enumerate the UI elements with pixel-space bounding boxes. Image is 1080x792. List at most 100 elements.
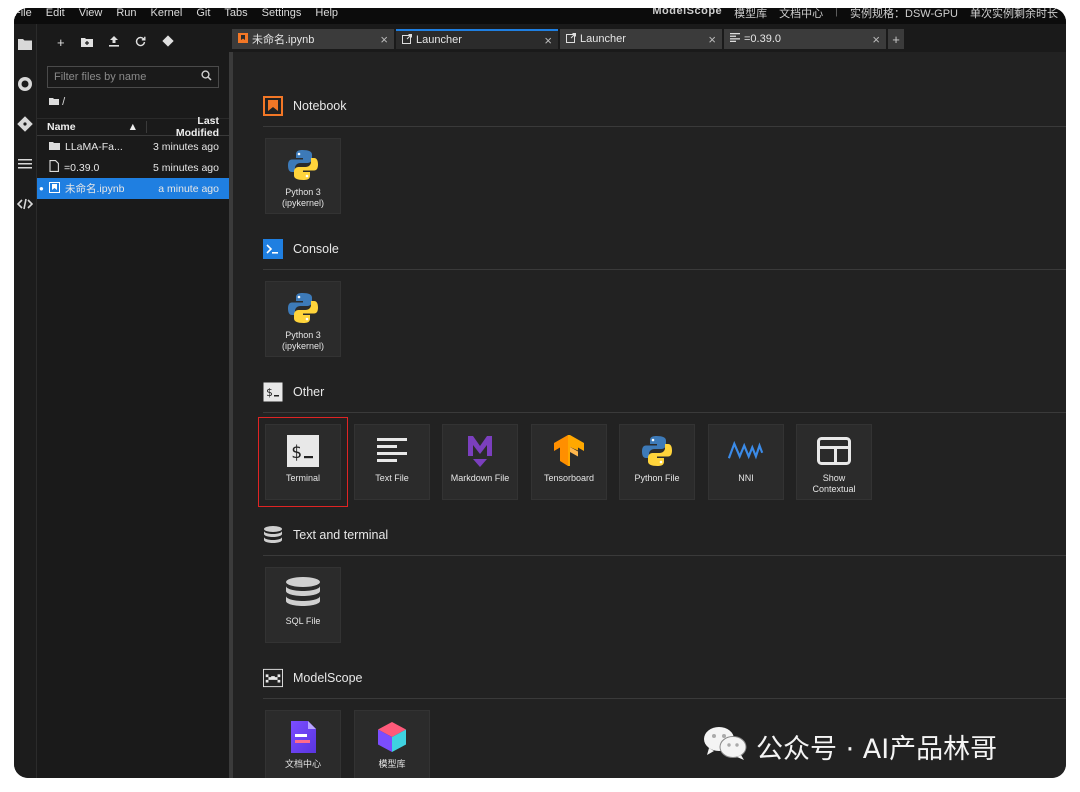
file-browser: + /: [37, 24, 229, 778]
section-title: ModelScope: [293, 671, 363, 685]
menu-settings[interactable]: Settings: [262, 8, 302, 19]
docs-center-card[interactable]: 文档中心: [265, 710, 341, 778]
file-filter-box: [47, 66, 219, 88]
sort-up-icon: ▲: [127, 121, 138, 133]
card-label: 模型库: [378, 759, 406, 769]
tab-launcher[interactable]: Launcher ×: [560, 29, 722, 49]
tab-label: =0.39.0: [744, 33, 782, 45]
folder-icon: [49, 96, 62, 108]
file-icon: [49, 160, 59, 175]
menu-run[interactable]: Run: [116, 8, 136, 19]
model-hub-link[interactable]: 模型库: [734, 8, 767, 21]
app-window: File Edit View Run Kernel Git Tabs Setti…: [14, 8, 1066, 778]
tab-label: 未命名.ipynb: [252, 34, 315, 46]
python-icon: [285, 290, 321, 326]
wechat-icon: [702, 724, 748, 769]
search-icon: [201, 70, 212, 84]
section-title: Console: [293, 242, 339, 256]
markdown-icon: [462, 433, 498, 469]
file-name: =0.39.0: [64, 161, 100, 174]
divider: [263, 126, 1066, 127]
card-label: Text File: [375, 473, 409, 483]
divider: [263, 412, 1066, 413]
menu-help[interactable]: Help: [315, 8, 338, 19]
section-title: Text and terminal: [293, 528, 389, 542]
contextual-help-icon: [816, 433, 852, 469]
file-row[interactable]: =0.39.0 5 minutes ago: [37, 157, 229, 178]
database-section-icon: [263, 525, 283, 545]
file-name: 未命名.ipynb: [65, 183, 125, 195]
refresh-icon[interactable]: [135, 35, 146, 50]
close-icon[interactable]: ×: [708, 32, 716, 47]
menu-edit[interactable]: Edit: [46, 8, 65, 19]
code-icon[interactable]: [14, 184, 36, 224]
svg-text:$: $: [291, 442, 302, 463]
divider: [263, 269, 1066, 270]
file-row[interactable]: LLaMA-Fa... 3 minutes ago: [37, 136, 229, 157]
breadcrumb[interactable]: /: [49, 96, 229, 112]
python-file-card[interactable]: Python File: [619, 424, 695, 500]
markdown-file-card[interactable]: Markdown File: [442, 424, 518, 500]
card-label: Tensorboard: [543, 473, 595, 483]
notebook-section-icon: [263, 96, 283, 116]
tab-launcher-active[interactable]: Launcher ×: [396, 29, 558, 49]
tab-text-file[interactable]: =0.39.0 ×: [724, 29, 886, 49]
card-label: NNI: [738, 473, 754, 483]
show-contextual-card[interactable]: Show Contextual: [796, 424, 872, 500]
nni-icon: [728, 433, 764, 469]
notebook-python3-card[interactable]: Python 3 (ipykernel): [265, 138, 341, 214]
menu-git[interactable]: Git: [196, 8, 210, 19]
running-icon[interactable]: [14, 64, 36, 104]
add-tab-icon[interactable]: +: [888, 29, 904, 49]
new-folder-icon[interactable]: [80, 35, 93, 50]
divider: |: [835, 8, 839, 17]
menu-file[interactable]: File: [14, 8, 32, 19]
folder-icon: [49, 141, 60, 153]
console-python3-card[interactable]: Python 3 (ipykernel): [265, 281, 341, 357]
modified-column-header[interactable]: Last Modified: [147, 115, 229, 139]
text-file-icon: [374, 433, 410, 469]
nni-card[interactable]: NNI: [708, 424, 784, 500]
terminal-icon: $: [285, 433, 321, 469]
upload-icon[interactable]: [108, 35, 119, 50]
text-file-card[interactable]: Text File: [354, 424, 430, 500]
close-icon[interactable]: ×: [544, 33, 552, 48]
file-row-selected[interactable]: ● 未命名.ipynb a minute ago: [37, 178, 229, 199]
tab-label: Launcher: [416, 34, 462, 46]
folder-icon[interactable]: [14, 24, 36, 64]
document-icon: [285, 719, 321, 755]
card-label: Show Contextual: [812, 473, 856, 494]
close-icon[interactable]: ×: [380, 32, 388, 47]
model-hub-card[interactable]: 模型库: [354, 710, 430, 778]
terminal-card[interactable]: $ Terminal: [258, 417, 348, 507]
git-icon[interactable]: [14, 104, 36, 144]
launcher-icon: [566, 32, 576, 46]
modelscope-brand[interactable]: ModelScope: [652, 8, 722, 21]
card-label: SQL File: [285, 616, 321, 626]
card-label: Python 3 (ipykernel): [281, 187, 324, 208]
close-icon[interactable]: ×: [872, 32, 880, 47]
file-modified: a minute ago: [158, 182, 219, 195]
activity-bar: [14, 24, 36, 778]
section-console: Console: [263, 239, 339, 259]
section-other: $ Other: [263, 382, 324, 402]
modelscope-section-icon: [263, 668, 283, 688]
divider: [263, 698, 1066, 699]
toc-icon[interactable]: [14, 144, 36, 184]
file-modified: 3 minutes ago: [153, 140, 219, 153]
file-filter-input[interactable]: [54, 71, 194, 83]
tab-notebook[interactable]: 未命名.ipynb ×: [232, 29, 394, 49]
breadcrumb-root[interactable]: /: [62, 96, 65, 108]
menu-tabs[interactable]: Tabs: [224, 8, 247, 19]
menu-kernel[interactable]: Kernel: [151, 8, 183, 19]
docs-link[interactable]: 文档中心: [779, 8, 823, 21]
watermark: 公众号 · AI产品林哥: [702, 724, 997, 769]
name-column-header[interactable]: Name ▲: [37, 121, 147, 133]
tensorboard-card[interactable]: Tensorboard: [531, 424, 607, 500]
new-launcher-icon[interactable]: +: [57, 35, 65, 50]
git-clone-icon[interactable]: [161, 34, 174, 50]
section-text-terminal: Text and terminal: [263, 525, 388, 545]
menu-view[interactable]: View: [79, 8, 103, 19]
tab-bar: 未命名.ipynb × Launcher × Launcher × =0.39.…: [229, 24, 1066, 52]
sql-file-card[interactable]: SQL File: [265, 567, 341, 643]
